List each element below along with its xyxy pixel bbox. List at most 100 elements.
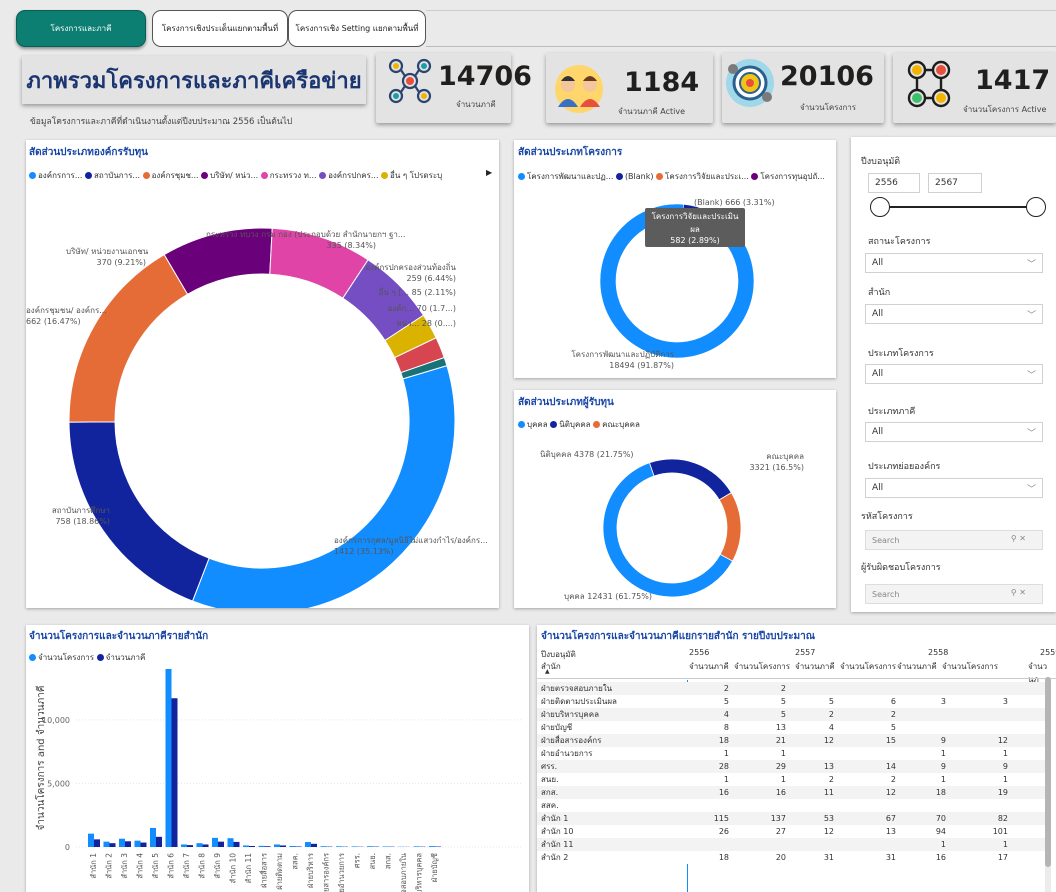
bar[interactable] (243, 845, 249, 847)
table-cell (1012, 695, 1045, 708)
bar[interactable] (227, 838, 234, 847)
table-row[interactable]: สำนัก 10 26 27 12 13 94 101 (537, 825, 1045, 838)
table-cell: 2 (723, 684, 729, 693)
org-subtype-dropdown[interactable]: All ﹀ (865, 478, 1043, 498)
table-cell: 28 (718, 762, 729, 771)
filter-label: สถานะโครงการ (868, 237, 931, 247)
table-row[interactable]: ศรร. 28 29 13 14 9 9 (537, 760, 1045, 773)
year-slider-track[interactable] (879, 206, 1031, 208)
bar[interactable] (429, 846, 435, 847)
x-tick-label: สำนัก 6 (167, 853, 176, 879)
table-row[interactable]: ฝ่ายบัญชี 8 13 4 5 (537, 721, 1045, 734)
bar[interactable] (258, 845, 265, 847)
table-cell (1012, 708, 1045, 721)
tab-projects-partners[interactable]: โครงการและภาคี (16, 10, 146, 47)
table-row[interactable]: สำนัก 2 18 20 31 31 16 17 (537, 851, 1045, 864)
bar[interactable] (311, 843, 317, 847)
bar[interactable] (202, 844, 209, 847)
year-from-input[interactable]: 2556 (868, 173, 920, 193)
year-slider-handle-left[interactable] (870, 197, 890, 217)
bar[interactable] (150, 827, 156, 847)
bar[interactable] (187, 845, 193, 847)
tab-issue-by-area[interactable]: โครงการเชิงประเด็นแยกตามพื้นที่ (152, 10, 288, 47)
bar[interactable] (274, 844, 280, 847)
bar[interactable] (134, 840, 141, 847)
bar[interactable] (233, 841, 240, 847)
donut-slice[interactable] (68, 253, 189, 423)
bar[interactable] (171, 698, 178, 847)
bar[interactable] (413, 846, 420, 847)
vertical-scrollbar[interactable] (1045, 677, 1051, 892)
bar[interactable] (88, 833, 94, 847)
bar-chart: 10,0005,0000จำนวนโครงการ and จำนวนภาคีสำ… (34, 669, 523, 892)
bar[interactable] (382, 846, 389, 847)
row-label: สำนัก 10 (541, 827, 574, 836)
tab-label: โครงการเชิงประเด็นแยกตามพื้นที่ (161, 24, 279, 33)
row-label: ฝ่ายบริหารบุคคล (541, 710, 599, 719)
kpi-value: 1417 (975, 65, 1051, 96)
y-tick-label: 5,000 (47, 779, 70, 788)
bar[interactable] (156, 836, 162, 847)
table-row[interactable]: ฝ่ายสื่อสารองค์กร 18 21 12 15 9 12 (537, 734, 1045, 747)
bar[interactable] (305, 842, 311, 847)
bar[interactable] (212, 837, 218, 847)
table-cell: 18 (935, 788, 946, 797)
project-code-search[interactable]: Search ⚲ ✕ (865, 530, 1043, 550)
table-row[interactable]: สสค. (537, 799, 1045, 812)
bar[interactable] (119, 838, 125, 847)
table-row[interactable]: สนย. 1 1 2 2 1 1 (537, 773, 1045, 786)
table-cell (733, 799, 790, 812)
bar[interactable] (336, 846, 342, 847)
meeting-people-icon (555, 65, 603, 113)
bar[interactable] (351, 846, 358, 847)
table-row[interactable]: ฝ่ายอำนวยการ 1 1 1 1 (537, 747, 1045, 760)
table-row[interactable]: ฝ่ายติดตามประเมินผล 5 5 5 6 3 3 (537, 695, 1045, 708)
bar[interactable] (109, 843, 116, 847)
table-row[interactable]: สำนัก 11 1 1 (537, 838, 1045, 851)
project-type-dropdown[interactable]: All ﹀ (865, 364, 1043, 384)
owner-search[interactable]: Search ⚲ ✕ (865, 584, 1043, 604)
donut-slice[interactable] (718, 492, 742, 562)
slice-label: นิติบุคคล 4378 (21.75%) (540, 450, 634, 459)
bar[interactable] (103, 841, 110, 847)
year-to-input[interactable]: 2567 (928, 173, 982, 193)
bar[interactable] (125, 841, 131, 847)
bureau-dropdown[interactable]: All ﹀ (865, 304, 1043, 324)
donut-slice[interactable] (191, 365, 456, 608)
row-label: สนย. (541, 775, 559, 784)
bar[interactable] (264, 846, 271, 847)
table-cell: 6 (890, 697, 896, 706)
tab-setting-by-area[interactable]: โครงการเชิง Setting แยกตามพื้นที่ (288, 10, 426, 47)
table-cell: 16 (775, 788, 786, 797)
status-dropdown[interactable]: All ﹀ (865, 253, 1043, 273)
bar[interactable] (320, 846, 327, 847)
bar[interactable] (165, 669, 172, 847)
table-cell: 5 (723, 697, 729, 706)
table-row[interactable]: ฝ่ายตรวจสอบภายใน 2 2 (537, 682, 1045, 695)
row-label: ฝ่ายติดตามประเมินผล (541, 697, 617, 706)
table-cell: 137 (770, 814, 786, 823)
recipient-type-card: สัดส่วนประเภทผู้รับทุน บุคคล นิติบุคคล ค… (514, 390, 836, 608)
year-slider-handle-right[interactable] (1026, 197, 1046, 217)
bar[interactable] (280, 845, 286, 847)
bar[interactable] (249, 845, 255, 847)
donut-slice[interactable] (648, 458, 732, 501)
table-cell: 16 (718, 788, 729, 797)
table-cell (1012, 786, 1045, 799)
bar[interactable] (295, 846, 302, 847)
table-row[interactable]: สำนัก 1 115 137 53 67 70 82 (537, 812, 1045, 825)
bar[interactable] (196, 843, 203, 847)
table-cell (790, 747, 838, 760)
bar[interactable] (367, 846, 373, 847)
bar[interactable] (218, 841, 224, 847)
bar[interactable] (140, 842, 147, 847)
bar[interactable] (289, 845, 296, 847)
bar-chart-card: จำนวนโครงการและจำนวนภาคีรายสำนัก จำนวนโค… (26, 625, 529, 892)
table-cell (1012, 799, 1045, 812)
table-row[interactable]: ฝ่ายบริหารบุคคล 4 5 2 2 (537, 708, 1045, 721)
table-row[interactable]: สกส. 16 16 11 12 18 19 (537, 786, 1045, 799)
partner-type-dropdown[interactable]: All ﹀ (865, 422, 1043, 442)
bar[interactable] (94, 839, 100, 847)
table-cell: 13 (775, 723, 786, 732)
bar[interactable] (181, 844, 187, 847)
